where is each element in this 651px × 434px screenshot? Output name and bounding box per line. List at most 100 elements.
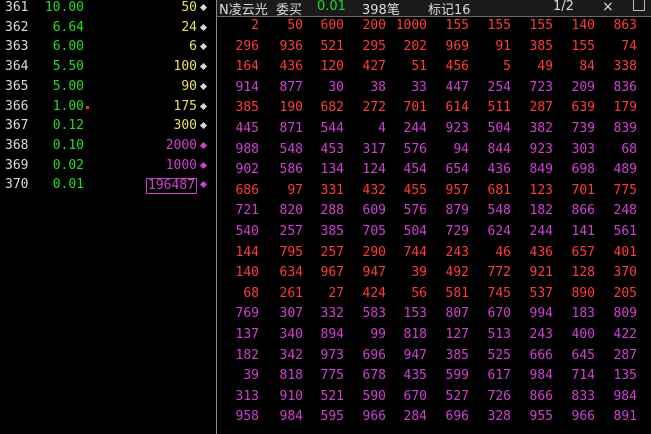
queue-cell: 969 xyxy=(445,38,469,54)
diamond-icon xyxy=(199,3,208,12)
price-value: 1.00 xyxy=(52,98,84,114)
queue-cell: 385 xyxy=(235,100,259,116)
queue-cell: 1000 xyxy=(395,18,427,33)
queue-cell: 287 xyxy=(529,100,553,116)
queue-cell: 183 xyxy=(571,306,595,322)
diamond-icon xyxy=(199,161,208,169)
queue-cell: 453 xyxy=(320,141,344,157)
queue-cell: 670 xyxy=(487,306,511,322)
queue-cell: 436 xyxy=(529,244,553,260)
queue-cell: 624 xyxy=(487,224,511,239)
volume-value: 24 xyxy=(181,19,197,35)
volume-value: 6 xyxy=(189,39,197,55)
queue-cell: 243 xyxy=(445,244,469,260)
queue-cell: 33 xyxy=(411,79,427,95)
price-level-row[interactable]: 365 5.00 90 xyxy=(0,79,215,98)
queue-cell: 134 xyxy=(320,162,344,178)
queue-cell: 639 xyxy=(571,100,595,116)
volume-value: 196487 xyxy=(146,178,197,195)
volume-value: 175 xyxy=(173,98,197,114)
queue-cell: 447 xyxy=(445,79,469,95)
price-level-row[interactable]: 363 6.00 6 xyxy=(0,39,215,58)
queue-cell: 890 xyxy=(571,285,595,301)
price-level-row[interactable]: 370 0.01 196487 xyxy=(0,177,215,196)
queue-row: 445 871 544 4 244 923 504 382 739 839 xyxy=(217,121,651,143)
price-level-row[interactable]: 369 0.02 1000 xyxy=(0,158,215,177)
queue-row: 769 307 332 583 153 807 670 994 183 809 xyxy=(217,306,651,328)
price-level-row[interactable]: 364 5.50 100 xyxy=(0,59,215,78)
queue-cell: 155 xyxy=(445,18,469,33)
queue-cell: 244 xyxy=(403,121,427,136)
price-value: 0.12 xyxy=(52,118,84,134)
queue-cell: 424 xyxy=(362,285,386,301)
queue-cell: 68 xyxy=(621,141,637,157)
queue-cell: 701 xyxy=(403,100,427,116)
row-index: 365 xyxy=(5,78,29,94)
queue-cell: 984 xyxy=(279,409,303,425)
queue-cell: 994 xyxy=(529,306,553,322)
queue-cell: 313 xyxy=(235,388,259,404)
queue-cell: 39 xyxy=(411,265,427,281)
queue-cell: 422 xyxy=(613,327,637,342)
queue-cell: 744 xyxy=(403,244,427,260)
queue-cell: 947 xyxy=(403,347,427,363)
volume-value: 300 xyxy=(173,118,197,134)
queue-cell: 27 xyxy=(328,285,344,301)
queue-cell: 248 xyxy=(613,203,637,219)
price-level-row[interactable]: 361 10.00 50 xyxy=(0,0,215,19)
close-icon[interactable]: × xyxy=(602,0,614,15)
price-level-row[interactable]: 362 6.64 24 xyxy=(0,20,215,39)
mark-checkbox[interactable] xyxy=(633,0,645,11)
queue-cell: 307 xyxy=(279,306,303,322)
queue-cell: 923 xyxy=(529,141,553,157)
queue-cell: 967 xyxy=(320,265,344,281)
queue-cell: 745 xyxy=(487,285,511,301)
queue-cell: 303 xyxy=(571,141,595,157)
queue-cell: 190 xyxy=(279,100,303,116)
queue-cell: 94 xyxy=(453,141,469,157)
price-level-row[interactable]: 368 0.10 2000 xyxy=(0,138,215,157)
queue-cell: 634 xyxy=(279,265,303,281)
queue-cell: 818 xyxy=(403,327,427,342)
queue-cell: 39 xyxy=(243,368,259,384)
queue-cell: 456 xyxy=(445,59,469,75)
queue-cell: 140 xyxy=(235,265,259,281)
queue-cell: 973 xyxy=(320,347,344,363)
queue-cell: 696 xyxy=(445,409,469,425)
queue-cell: 261 xyxy=(279,285,303,301)
order-price: 0.01 xyxy=(317,0,346,14)
queue-cell: 775 xyxy=(320,368,344,384)
queue-cell: 957 xyxy=(445,182,469,198)
detail-header: N凌云光 委买 0.01 398笔 标记16 1/2 × xyxy=(217,0,651,18)
queue-cell: 795 xyxy=(279,244,303,260)
price-level-row[interactable]: 366 1.00 175 xyxy=(0,99,215,118)
queue-cell: 866 xyxy=(529,388,553,404)
queue-cell: 701 xyxy=(571,182,595,198)
queue-cell: 866 xyxy=(571,203,595,219)
row-index: 367 xyxy=(5,118,29,134)
price-level-row[interactable]: 367 0.12 300 xyxy=(0,118,215,137)
queue-cell: 678 xyxy=(362,368,386,384)
queue-cell: 385 xyxy=(529,38,553,54)
queue-cell: 914 xyxy=(235,79,259,95)
queue-cell: 561 xyxy=(613,224,637,239)
queue-row: 988 548 453 317 576 94 844 923 303 68 xyxy=(217,142,651,164)
queue-cell: 645 xyxy=(571,347,595,363)
queue-cell: 581 xyxy=(445,285,469,301)
queue-cell: 540 xyxy=(235,224,259,239)
queue-cell: 958 xyxy=(235,409,259,425)
queue-cell: 696 xyxy=(362,347,386,363)
price-value: 5.50 xyxy=(52,59,84,75)
queue-cell: 38 xyxy=(370,79,386,95)
queue-cell: 155 xyxy=(529,18,553,33)
queue-cell: 295 xyxy=(362,38,386,54)
queue-cell: 155 xyxy=(571,38,595,54)
row-index: 366 xyxy=(5,98,29,114)
queue-row: 182 342 973 696 947 385 525 666 645 287 xyxy=(217,348,651,370)
queue-cell: 338 xyxy=(613,59,637,75)
queue-cell: 288 xyxy=(320,203,344,219)
queue-cell: 284 xyxy=(403,409,427,425)
queue-cell: 955 xyxy=(529,409,553,425)
queue-cell: 775 xyxy=(613,182,637,198)
row-index: 361 xyxy=(5,0,29,15)
